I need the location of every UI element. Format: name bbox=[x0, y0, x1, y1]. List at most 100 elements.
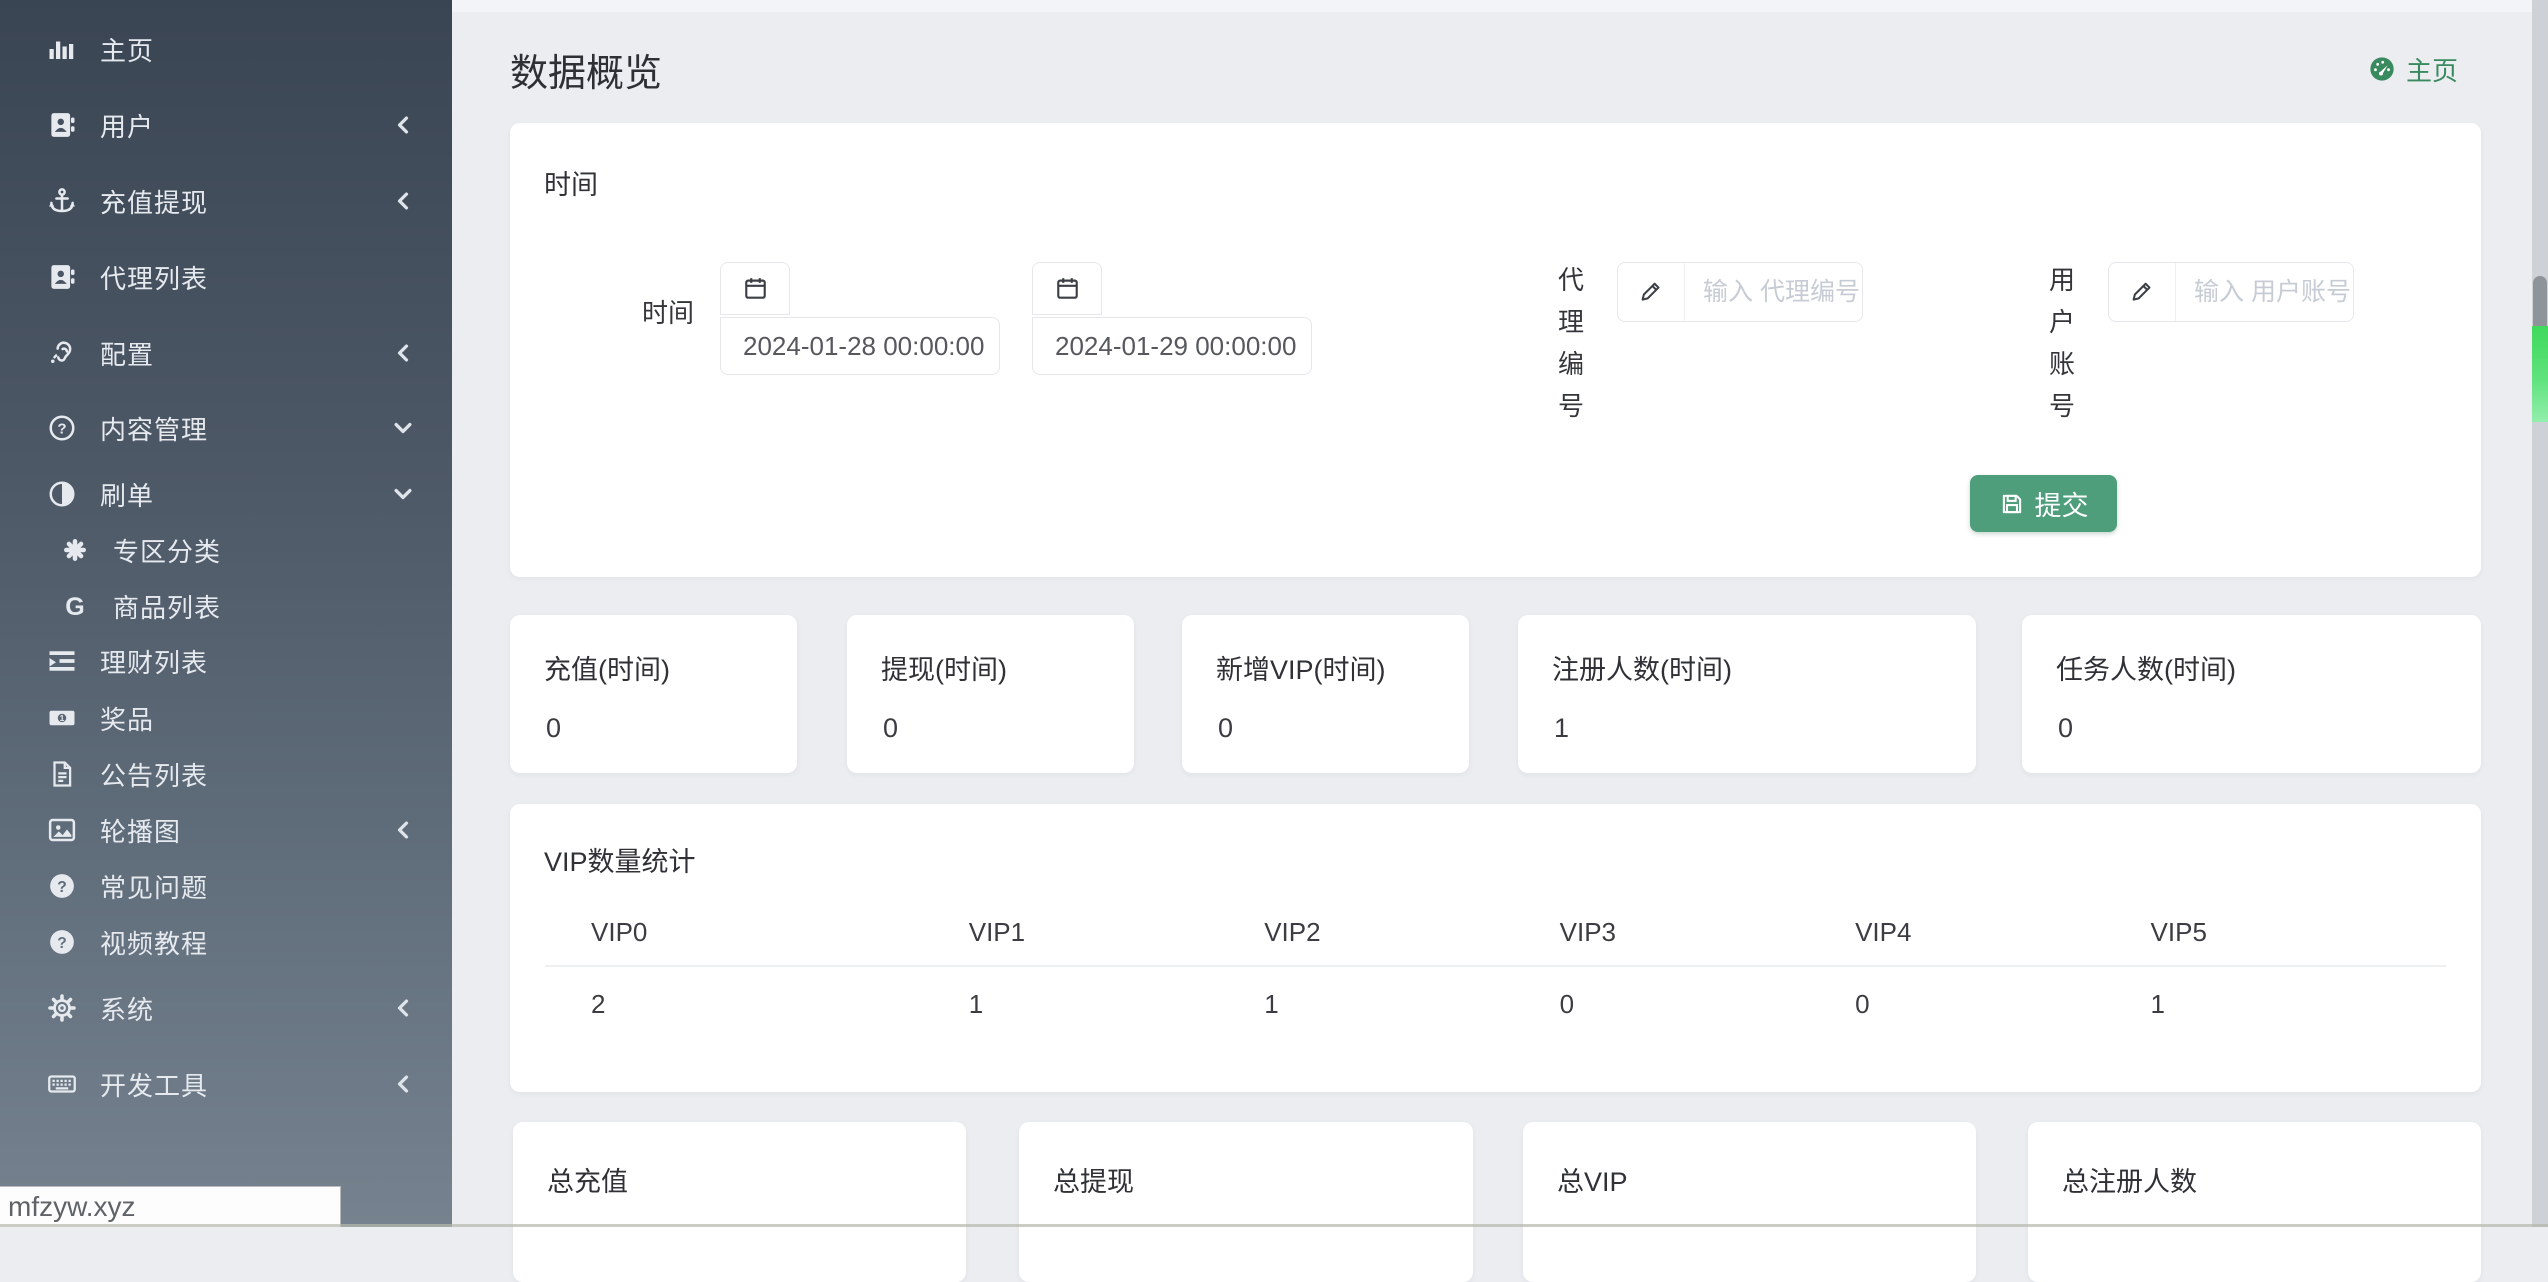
dashboard-icon bbox=[2368, 55, 2396, 83]
sidebar-item-home[interactable]: 主页 bbox=[0, 27, 452, 71]
stat-value: 0 bbox=[2058, 713, 2073, 744]
total-label: 总VIP bbox=[1557, 1160, 1628, 1199]
stat-label: 新增VIP(时间) bbox=[1216, 648, 1386, 687]
calendar-icon bbox=[742, 275, 769, 302]
date-to-calendar-button[interactable] bbox=[1032, 262, 1102, 315]
home-link[interactable]: 主页 bbox=[2368, 52, 2458, 86]
sidebar-item-carousel[interactable]: 轮播图 bbox=[0, 808, 452, 852]
chevron-down-icon bbox=[392, 417, 414, 439]
stat-card-tasks: 任务人数(时间) 0 bbox=[2022, 615, 2481, 773]
document-icon bbox=[44, 756, 80, 792]
chevron-left-icon bbox=[392, 1073, 414, 1095]
scrollbar-progress-indicator bbox=[2532, 326, 2548, 422]
letter-g-icon: G bbox=[57, 588, 93, 624]
sidebar-item-label: 系统 bbox=[100, 990, 154, 1027]
sidebar-item-dev-tools[interactable]: 开发工具 bbox=[0, 1062, 452, 1106]
stat-card-new-vip: 新增VIP(时间) 0 bbox=[1182, 615, 1469, 773]
status-bar-url: mfzyw.xyz bbox=[8, 1191, 136, 1223]
vip-cell-value: 1 bbox=[969, 989, 1264, 1020]
sidebar-item-label: 用户 bbox=[100, 107, 154, 144]
status-bar: mfzyw.xyz bbox=[0, 1186, 341, 1227]
sidebar-item-product-list[interactable]: G 商品列表 bbox=[0, 584, 452, 628]
calendar-icon bbox=[1054, 275, 1081, 302]
scrollbar-thumb[interactable] bbox=[2533, 276, 2547, 332]
user-account-input-group bbox=[2108, 262, 2354, 322]
save-icon bbox=[1999, 491, 2025, 517]
vip-column-header: VIP4 bbox=[1855, 917, 2150, 948]
vip-cell-value: 1 bbox=[2151, 989, 2446, 1020]
address-book-icon bbox=[44, 259, 80, 295]
chevron-left-icon bbox=[392, 190, 414, 212]
svg-text:?: ? bbox=[57, 935, 67, 952]
sidebar-item-label: 理财列表 bbox=[100, 643, 208, 680]
svg-text:?: ? bbox=[57, 879, 67, 896]
sidebar-item-label: 内容管理 bbox=[100, 410, 208, 447]
half-circle-icon bbox=[44, 476, 80, 512]
stat-label: 任务人数(时间) bbox=[2056, 648, 2236, 687]
agent-id-input[interactable] bbox=[1685, 263, 1862, 321]
sidebar-item-system[interactable]: 系统 bbox=[0, 986, 452, 1030]
home-link-label: 主页 bbox=[2406, 51, 2458, 88]
stat-value: 0 bbox=[883, 713, 898, 744]
vip-stats-card: VIP数量统计 VIP0 VIP1 VIP2 VIP3 VIP4 VIP5 2 … bbox=[510, 804, 2481, 1092]
burst-icon bbox=[57, 532, 93, 568]
sidebar-item-label: 刷单 bbox=[100, 476, 154, 513]
stat-value: 1 bbox=[1554, 713, 1569, 744]
sidebar-item-agent-list[interactable]: 代理列表 bbox=[0, 255, 452, 299]
vip-column-header: VIP3 bbox=[1560, 917, 1855, 948]
stat-label: 注册人数(时间) bbox=[1552, 648, 1732, 687]
vip-cell-value: 1 bbox=[1264, 989, 1559, 1020]
bar-chart-icon bbox=[44, 31, 80, 67]
sidebar-item-content-management[interactable]: ? 内容管理 bbox=[0, 406, 452, 450]
page-title: 数据概览 bbox=[510, 42, 662, 97]
vip-column-header: VIP1 bbox=[969, 917, 1264, 948]
sidebar-item-label: 轮播图 bbox=[100, 812, 181, 849]
sidebar-item-config[interactable]: 配置 bbox=[0, 331, 452, 375]
sidebar-item-announcement-list[interactable]: 公告列表 bbox=[0, 752, 452, 796]
stat-value: 0 bbox=[1218, 713, 1233, 744]
pencil-icon bbox=[1618, 263, 1685, 321]
sidebar-item-brushing[interactable]: 刷单 bbox=[0, 472, 452, 516]
date-to-input[interactable] bbox=[1032, 317, 1312, 375]
vip-cell-value: 0 bbox=[1855, 989, 2150, 1020]
user-account-input[interactable] bbox=[2176, 263, 2353, 321]
total-label: 总提现 bbox=[1053, 1160, 1134, 1199]
sidebar-item-video-tutorial[interactable]: ? 视频教程 bbox=[0, 920, 452, 964]
sidebar-item-faq[interactable]: ? 常见问题 bbox=[0, 864, 452, 908]
vip-cell-value: 0 bbox=[1560, 989, 1855, 1020]
sidebar: 主页 用户 充值提现 代理列表 配置 bbox=[0, 0, 452, 1227]
money-bill-icon: 1 bbox=[44, 700, 80, 736]
chevron-down-icon bbox=[392, 483, 414, 505]
total-card-withdraw: 总提现 bbox=[1019, 1122, 1473, 1282]
sidebar-item-prizes[interactable]: 1 奖品 bbox=[0, 696, 452, 740]
submit-button[interactable]: 提交 bbox=[1970, 475, 2117, 532]
date-from-input[interactable] bbox=[720, 317, 1000, 375]
sidebar-item-recharge-withdraw[interactable]: 充值提现 bbox=[0, 179, 452, 223]
scrollbar-track[interactable] bbox=[2532, 0, 2548, 1227]
date-from-calendar-button[interactable] bbox=[720, 262, 790, 315]
vip-column-header: VIP0 bbox=[545, 917, 969, 948]
sidebar-item-finance-list[interactable]: 理财列表 bbox=[0, 639, 452, 683]
total-label: 总注册人数 bbox=[2062, 1160, 2197, 1199]
question-circle-outline-icon: ? bbox=[44, 410, 80, 446]
stat-card-recharge: 充值(时间) 0 bbox=[510, 615, 797, 773]
vip-table-value-row: 2 1 1 0 0 1 bbox=[545, 967, 2446, 1041]
total-card-recharge: 总充值 bbox=[513, 1122, 966, 1282]
pencil-icon bbox=[2109, 263, 2176, 321]
question-circle-icon: ? bbox=[44, 924, 80, 960]
svg-text:G: G bbox=[65, 593, 84, 621]
sidebar-item-zone-category[interactable]: 专区分类 bbox=[0, 528, 452, 572]
sidebar-item-label: 开发工具 bbox=[100, 1066, 208, 1103]
anchor-icon bbox=[44, 183, 80, 219]
vip-table-header-row: VIP0 VIP1 VIP2 VIP3 VIP4 VIP5 bbox=[545, 899, 2446, 967]
stat-card-registered: 注册人数(时间) 1 bbox=[1518, 615, 1976, 773]
gear-icon bbox=[44, 990, 80, 1026]
sidebar-item-label: 公告列表 bbox=[100, 756, 208, 793]
filter-card: 时间 时间 代理编号 用户账号 提交 bbox=[510, 123, 2481, 577]
stat-value: 0 bbox=[546, 713, 561, 744]
sidebar-item-users[interactable]: 用户 bbox=[0, 103, 452, 147]
total-label: 总充值 bbox=[547, 1160, 628, 1199]
stat-label: 充值(时间) bbox=[544, 648, 670, 687]
sidebar-item-label: 配置 bbox=[100, 335, 154, 372]
submit-button-label: 提交 bbox=[2035, 484, 2089, 523]
